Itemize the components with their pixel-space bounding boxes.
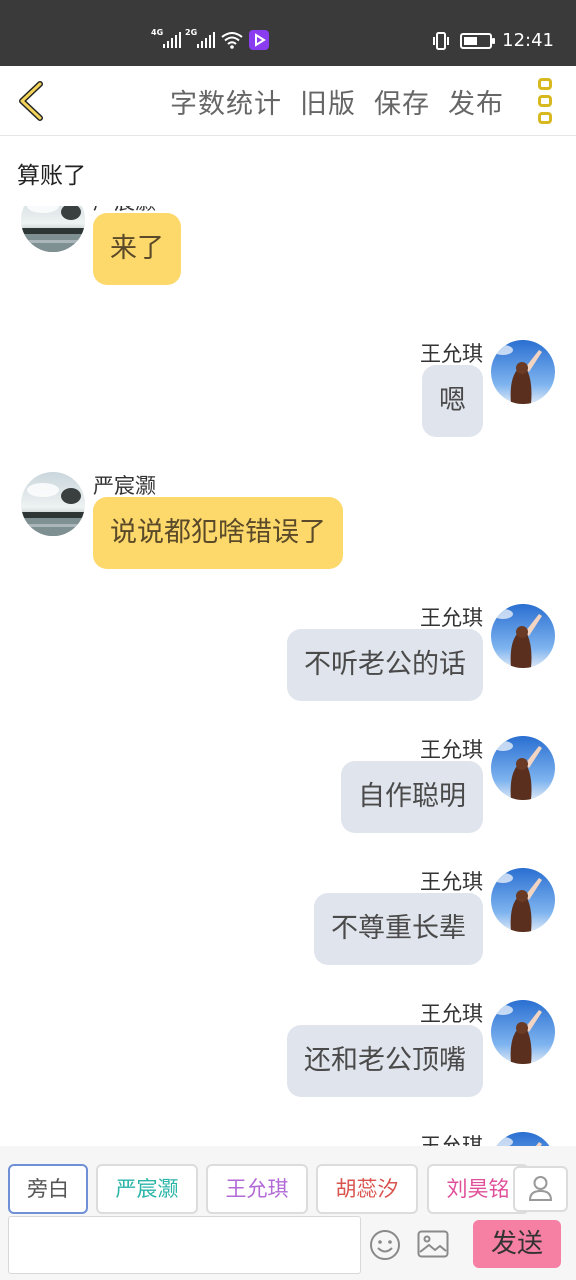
- story-title-bar[interactable]: 算账了: [0, 136, 576, 206]
- role-chip[interactable]: 王允琪: [206, 1164, 308, 1214]
- sender-name: 王允琪: [420, 870, 483, 894]
- avatar[interactable]: [491, 868, 555, 932]
- signal-icon: 2G: [185, 28, 215, 48]
- message-bubble[interactable]: 说说都犯啥错误了: [93, 497, 343, 569]
- avatar[interactable]: [21, 206, 85, 252]
- more-vertical-icon: [538, 112, 552, 124]
- message-bubble[interactable]: 自作聪明: [341, 761, 483, 833]
- battery-icon: [460, 32, 496, 49]
- clock: 12:41: [502, 30, 554, 51]
- chevron-left-icon: [19, 81, 43, 121]
- person-icon: [528, 1176, 553, 1201]
- chat-message[interactable]: 王允琪 不听老公的话: [0, 602, 576, 712]
- role-chip[interactable]: 胡蕊汐: [316, 1164, 418, 1214]
- chat-message[interactable]: 王允琪 还和老公顶嘴: [0, 998, 576, 1108]
- image-button[interactable]: [417, 1230, 449, 1258]
- story-title: 算账了: [17, 163, 86, 189]
- chat-message[interactable]: 严宸灏 说说都犯啥错误了: [0, 470, 576, 580]
- image-icon: [417, 1230, 449, 1258]
- back-button[interactable]: [10, 78, 54, 124]
- message-bubble[interactable]: 嗯: [422, 365, 483, 437]
- more-button[interactable]: [534, 78, 556, 124]
- avatar[interactable]: [491, 604, 555, 668]
- video-app-icon: [249, 30, 269, 50]
- role-chip[interactable]: 严宸灏: [96, 1164, 198, 1214]
- role-manage-button[interactable]: [513, 1166, 568, 1212]
- avatar[interactable]: [491, 340, 555, 404]
- role-bar: 旁白 严宸灏 王允琪 胡蕊汐 刘昊铭: [0, 1146, 576, 1214]
- top-bar: 字数统计 旧版 保存 发布: [0, 66, 576, 136]
- avatar[interactable]: [491, 736, 555, 800]
- avatar[interactable]: [21, 472, 85, 536]
- sender-name: 王允琪: [420, 342, 483, 366]
- save-button[interactable]: 保存: [374, 82, 430, 121]
- network-type-label: 2G: [185, 28, 198, 37]
- message-bubble[interactable]: 不尊重长辈: [314, 893, 483, 965]
- emoji-icon: [370, 1230, 400, 1260]
- wifi-icon: [221, 32, 243, 49]
- app-screen: 4G 2G 12:41 字数统计 旧版 保存 发布 算账了 来了 王允琪 嗯 严…: [0, 0, 576, 1280]
- send-button[interactable]: 发送: [473, 1220, 561, 1268]
- chat-message[interactable]: 严宸灏来了: [0, 206, 576, 296]
- chat-message[interactable]: 王允琪嗯: [0, 338, 576, 448]
- chat-message[interactable]: 王允琪 自作聪明: [0, 734, 576, 844]
- emoji-button[interactable]: [368, 1228, 402, 1262]
- status-bar: 4G 2G 12:41: [0, 0, 576, 66]
- chat-message[interactable]: 王允琪 不尊重长辈: [0, 866, 576, 976]
- old-version-button[interactable]: 旧版: [300, 82, 356, 121]
- chat-list[interactable]: 严宸灏来了王允琪嗯严宸灏说说都犯啥错误了王允琪不听老公的话王允琪自作聪明王允琪不…: [0, 206, 576, 1146]
- network-type-label: 4G: [151, 28, 164, 37]
- message-input[interactable]: [8, 1216, 361, 1274]
- message-bubble[interactable]: 不听老公的话: [287, 629, 483, 701]
- sender-name: 严宸灏: [93, 474, 156, 498]
- chat-message[interactable]: 王允琪: [0, 1130, 576, 1146]
- vibrate-icon: [433, 31, 450, 50]
- sender-name: 王允琪: [420, 1134, 483, 1146]
- sender-name: 王允琪: [420, 738, 483, 762]
- composer-bar: 发送: [0, 1214, 576, 1280]
- message-bubble[interactable]: 来了: [93, 213, 181, 285]
- role-chip[interactable]: 旁白: [8, 1164, 88, 1214]
- sender-name: 王允琪: [420, 1002, 483, 1026]
- sender-name: 王允琪: [420, 606, 483, 630]
- publish-button[interactable]: 发布: [448, 82, 504, 121]
- more-vertical-icon: [538, 78, 552, 90]
- status-right: 12:41: [432, 30, 554, 51]
- avatar[interactable]: [491, 1132, 555, 1146]
- message-bubble[interactable]: 还和老公顶嘴: [287, 1025, 483, 1097]
- word-count-button[interactable]: 字数统计: [170, 82, 282, 121]
- top-actions: 字数统计 旧版 保存 发布: [170, 82, 504, 121]
- status-icons: 4G 2G: [151, 28, 269, 50]
- avatar[interactable]: [491, 1000, 555, 1064]
- more-vertical-icon: [538, 95, 552, 107]
- signal-icon: 4G: [151, 28, 181, 48]
